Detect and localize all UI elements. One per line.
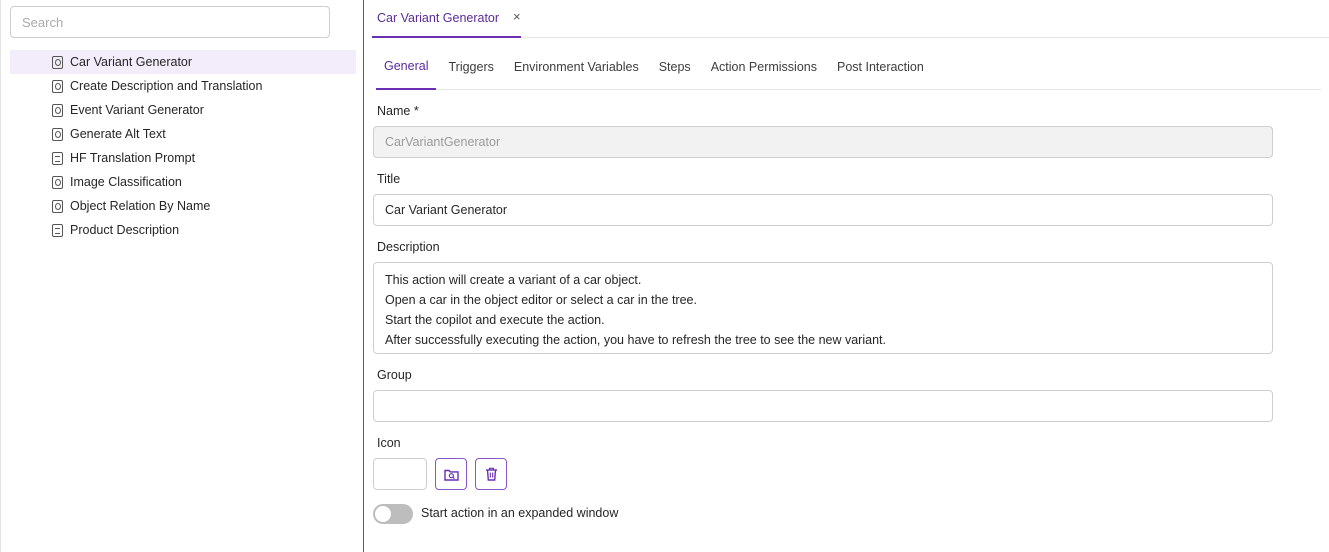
delete-icon-button[interactable] [475,458,507,490]
tab-general[interactable]: General [376,52,437,90]
action-icon [52,79,63,93]
group-field[interactable] [373,390,1273,422]
browse-icon-button[interactable] [435,458,467,490]
tab-action-permissions[interactable]: Action Permissions [703,52,825,89]
action-icon [52,103,63,117]
tree-item-car-variant-generator[interactable]: Car Variant Generator [10,50,356,74]
title-label: Title [377,172,401,186]
action-icon [52,199,63,213]
tree-item-label: Event Variant Generator [70,103,204,117]
description-line: This action will create a variant of a c… [385,273,642,287]
name-label: Name * [377,104,419,118]
action-icon [52,175,63,189]
tree-item-image-classification[interactable]: Image Classification [10,170,356,194]
action-icon [52,127,63,141]
name-field [373,126,1273,158]
folder-search-icon [443,469,459,481]
sidebar: Car Variant Generator Create Description… [0,0,363,552]
prompt-icon [52,223,63,237]
search-input[interactable] [10,6,330,38]
tree-item-product-description[interactable]: Product Description [10,218,356,242]
trash-icon [485,467,497,481]
prompt-icon [52,151,63,165]
tab-post-interaction[interactable]: Post Interaction [829,52,932,89]
icon-preview-field[interactable] [373,458,427,490]
document-tab-label: Car Variant Generator [377,11,500,25]
tree-item-hf-translation-prompt[interactable]: HF Translation Prompt [10,146,356,170]
main-panel: Car Variant Generator × General Triggers… [363,0,1329,552]
tree-item-label: Object Relation By Name [70,199,211,213]
tab-environment-variables[interactable]: Environment Variables [506,52,647,89]
tree-item-label: Generate Alt Text [70,127,166,141]
description-line: Start the copilot and execute the action… [385,313,605,327]
icon-label: Icon [377,436,401,450]
tab-triggers[interactable]: Triggers [440,52,501,89]
tree-item-label: HF Translation Prompt [70,151,196,165]
close-icon[interactable]: × [513,9,521,24]
tab-bar: General Triggers Environment Variables S… [376,52,1321,90]
tree-item-create-description[interactable]: Create Description and Translation [10,74,356,98]
tree-item-label: Create Description and Translation [70,79,263,93]
app-root: Car Variant Generator Create Description… [0,0,1329,552]
tree-item-generate-alt-text[interactable]: Generate Alt Text [10,122,356,146]
description-line: Open a car in the object editor or selec… [385,293,697,307]
tab-steps[interactable]: Steps [651,52,699,89]
description-label: Description [377,240,440,254]
tree-list: Car Variant Generator Create Description… [10,50,356,242]
tree-item-label: Image Classification [70,175,182,189]
title-field[interactable] [373,194,1273,226]
tree-item-label: Car Variant Generator [70,55,193,69]
group-label: Group [377,368,412,382]
toggle-knob [375,506,391,522]
document-tab[interactable]: Car Variant Generator × [372,0,521,38]
action-icon [52,55,63,69]
description-textarea[interactable]: This action will create a variant of a c… [373,262,1273,354]
tree-item-label: Product Description [70,223,180,237]
expanded-window-label: Start action in an expanded window [421,506,619,520]
expanded-window-toggle[interactable] [373,504,413,524]
tree-item-event-variant-generator[interactable]: Event Variant Generator [10,98,356,122]
tree-item-object-relation-by-name[interactable]: Object Relation By Name [10,194,356,218]
tab-bar-divider [521,37,1329,38]
description-line: After successfully executing the action,… [385,333,886,347]
